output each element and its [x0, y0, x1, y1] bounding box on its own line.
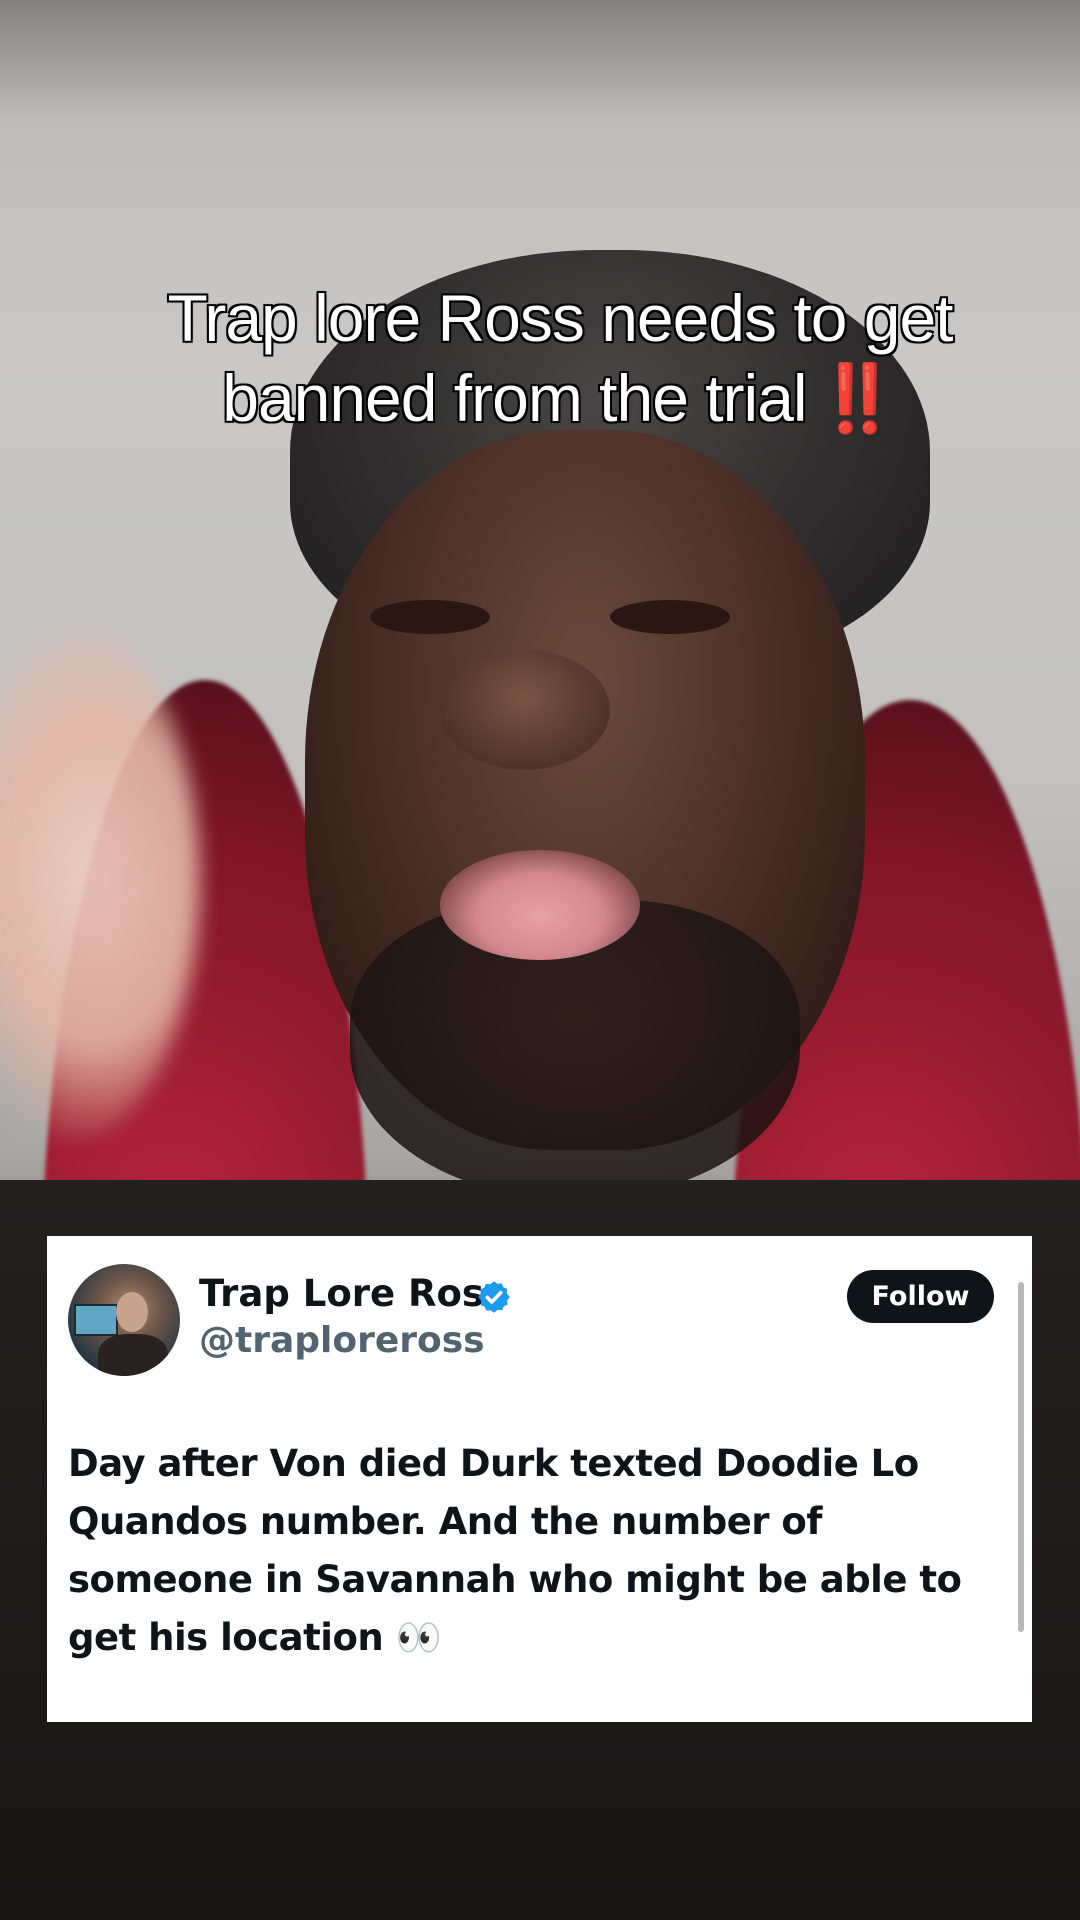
- double-exclamation-icon: ‼️: [816, 361, 899, 435]
- nose: [440, 650, 610, 770]
- right-eye: [610, 600, 730, 634]
- left-eye: [370, 600, 490, 634]
- user-handle[interactable]: @traploreross: [199, 1320, 485, 1361]
- video-caption: Trap lore Ross needs to get banned from …: [60, 278, 1060, 438]
- avatar-head: [116, 1292, 148, 1332]
- mouth: [440, 850, 640, 960]
- avatar-monitor: [74, 1304, 118, 1336]
- avatar[interactable]: [68, 1264, 180, 1376]
- verified-badge-icon: [478, 1281, 510, 1313]
- card-scrollbar[interactable]: [1018, 1282, 1024, 1632]
- display-name[interactable]: Trap Lore Ross: [199, 1272, 506, 1315]
- tweet-text: Day after Von died Durk texted Doodie Lo…: [68, 1442, 962, 1659]
- follow-button[interactable]: Follow: [847, 1270, 994, 1323]
- wall-shadow: [0, 0, 1080, 120]
- avatar-body: [98, 1334, 168, 1376]
